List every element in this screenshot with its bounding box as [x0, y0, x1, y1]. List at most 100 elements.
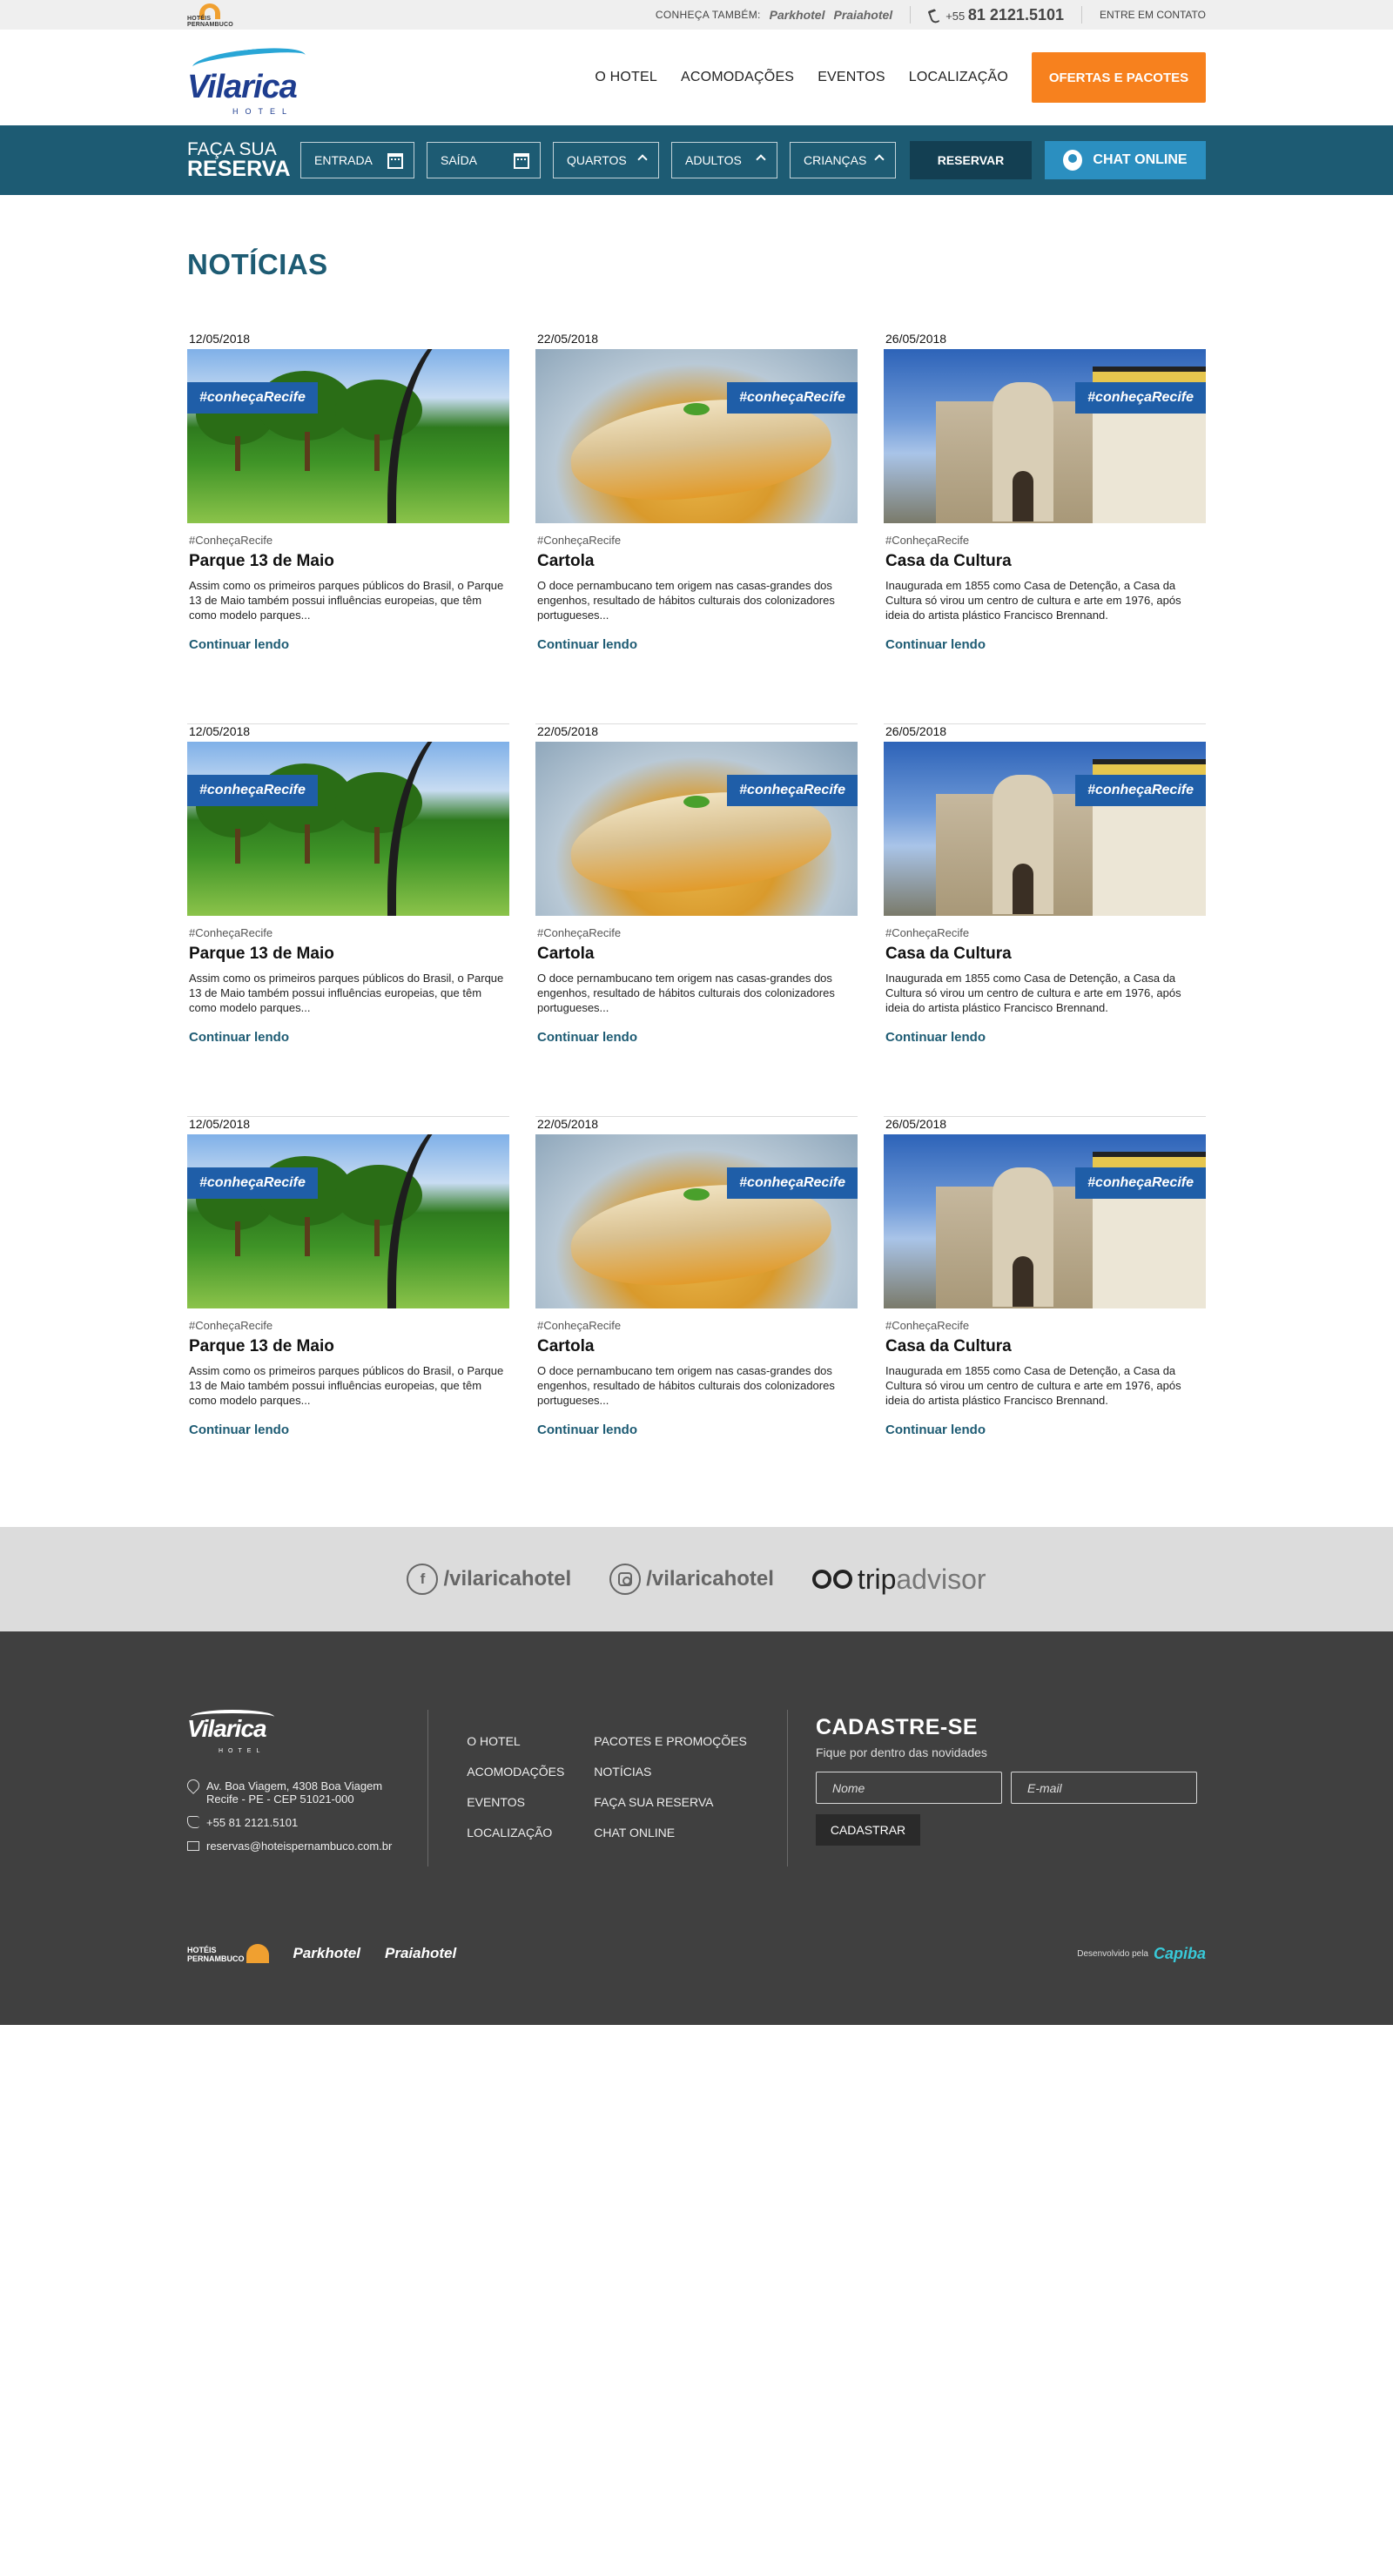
news-card[interactable]: 22/05/2018 #conheçaRecife #ConheçaRecife Ca…	[535, 332, 858, 724]
news-image[interactable]: #conheçaRecife	[187, 349, 509, 523]
contact-link[interactable]: ENTRE EM CONTATO	[1100, 9, 1206, 21]
news-date: 22/05/2018	[537, 332, 599, 346]
nav-o-hotel[interactable]: O HOTEL	[595, 70, 657, 85]
praiahotel-link[interactable]: Praiahotel	[833, 8, 892, 22]
news-title[interactable]: Parque 13 de Maio	[187, 945, 509, 964]
read-more-link[interactable]: Continuar lendo	[187, 637, 509, 652]
news-image[interactable]: #conheçaRecife	[535, 349, 858, 523]
news-tag[interactable]: #ConheçaRecife	[187, 926, 509, 939]
parkhotel-link[interactable]: Parkhotel	[770, 8, 825, 22]
news-card[interactable]: 26/05/2018 #conheçaRecife #ConheçaRecife Ca…	[884, 1117, 1206, 1510]
news-date: 26/05/2018	[885, 1117, 947, 1131]
mail-icon	[187, 1841, 199, 1851]
footer-logo[interactable]: Vilarica HOTEL	[187, 1710, 274, 1762]
read-more-link[interactable]: Continuar lendo	[884, 1423, 1206, 1437]
hoteis-pernambuco-logo[interactable]: HOTÉIS PERNAMBUCO	[187, 2, 233, 28]
instagram-icon	[609, 1564, 642, 1595]
newsletter-email-input[interactable]	[1011, 1772, 1197, 1804]
developer-credit[interactable]: Desenvolvido pela Capiba	[1077, 1945, 1206, 1963]
news-tag[interactable]: #ConheçaRecife	[535, 534, 858, 547]
newsletter-name-input[interactable]	[816, 1772, 1002, 1804]
news-image[interactable]: #conheçaRecife	[884, 349, 1206, 523]
social-strip: f /vilaricahotel /vilaricahotel tripadvi…	[0, 1527, 1393, 1631]
vilarica-logo[interactable]: Vilarica HOTEL	[187, 39, 313, 116]
news-card[interactable]: 26/05/2018 #conheçaRecife #ConheçaRecife Ca…	[884, 332, 1206, 724]
hashtag-banner: #conheçaRecife	[727, 775, 858, 806]
news-tag[interactable]: #ConheçaRecife	[884, 926, 1206, 939]
adults-select[interactable]: ADULTOS	[671, 142, 777, 178]
news-title[interactable]: Casa da Cultura	[884, 1337, 1206, 1356]
read-more-link[interactable]: Continuar lendo	[535, 1423, 858, 1437]
tripadvisor-owl-icon	[811, 1570, 854, 1589]
footer-link-eventos[interactable]: EVENTOS	[467, 1795, 594, 1809]
offers-button[interactable]: OFERTAS E PACOTES	[1032, 52, 1206, 103]
top-phone[interactable]: +55 81 2121.5101	[945, 6, 1064, 24]
read-more-link[interactable]: Continuar lendo	[535, 637, 858, 652]
news-image[interactable]: #conheçaRecife	[187, 1134, 509, 1308]
nav-localizacao[interactable]: LOCALIZAÇÃO	[909, 70, 1008, 85]
footer-link-o-hotel[interactable]: O HOTEL	[467, 1734, 594, 1748]
chat-online-button[interactable]: CHAT ONLINE	[1045, 141, 1206, 179]
news-image[interactable]: #conheçaRecife	[187, 742, 509, 916]
read-more-link[interactable]: Continuar lendo	[884, 637, 1206, 652]
reserve-button[interactable]: RESERVAR	[910, 141, 1032, 179]
news-tag[interactable]: #ConheçaRecife	[535, 1319, 858, 1332]
news-excerpt: Assim como os primeiros parques públicos…	[189, 579, 504, 622]
news-tag[interactable]: #ConheçaRecife	[187, 534, 509, 547]
footer-link-pacotes[interactable]: PACOTES E PROMOÇÕES	[594, 1734, 759, 1748]
see-also-label: CONHEÇA TAMBÉM:	[655, 9, 761, 21]
nav-eventos[interactable]: EVENTOS	[818, 70, 885, 85]
news-tag[interactable]: #ConheçaRecife	[884, 1319, 1206, 1332]
facebook-link[interactable]: f /vilaricahotel	[407, 1564, 571, 1595]
nav-acomodacoes[interactable]: ACOMODAÇÕES	[681, 70, 794, 85]
news-card[interactable]: 12/05/2018 #conheçaRecife #ConheçaRecife Pa…	[187, 724, 509, 1117]
news-tag[interactable]: #ConheçaRecife	[884, 534, 1206, 547]
read-more-link[interactable]: Continuar lendo	[187, 1030, 509, 1045]
footer-link-acomodacoes[interactable]: ACOMODAÇÕES	[467, 1765, 594, 1779]
footer-brand-parkhotel[interactable]: Parkhotel	[293, 1945, 360, 1962]
news-image[interactable]: #conheçaRecife	[535, 742, 858, 916]
news-title[interactable]: Cartola	[535, 945, 858, 964]
news-card[interactable]: 12/05/2018 #conheçaRecife #ConheçaRecife Pa…	[187, 332, 509, 724]
subscribe-button[interactable]: CADASTRAR	[816, 1814, 920, 1846]
hashtag-banner: #conheçaRecife	[1075, 382, 1206, 414]
footer-brand-hoteis-pernambuco[interactable]: HOTÉIS PERNAMBUCO	[187, 1944, 269, 1963]
news-title[interactable]: Casa da Cultura	[884, 552, 1206, 571]
news-card[interactable]: 12/05/2018 #conheçaRecife #ConheçaRecife Pa…	[187, 1117, 509, 1510]
news-grid: 12/05/2018 #conheçaRecife #ConheçaRecife Pa…	[187, 332, 1206, 1510]
news-title[interactable]: Casa da Cultura	[884, 945, 1206, 964]
news-title[interactable]: Cartola	[535, 1337, 858, 1356]
news-card[interactable]: 22/05/2018 #conheçaRecife #ConheçaRecife Ca…	[535, 1117, 858, 1510]
news-image[interactable]: #conheçaRecife	[884, 1134, 1206, 1308]
footer-link-chat[interactable]: CHAT ONLINE	[594, 1826, 759, 1840]
checkout-field[interactable]: SAÍDA	[427, 142, 541, 178]
news-title[interactable]: Parque 13 de Maio	[187, 1337, 509, 1356]
news-title[interactable]: Parque 13 de Maio	[187, 552, 509, 571]
news-date: 26/05/2018	[885, 724, 947, 738]
footer-email[interactable]: reservas@hoteispernambuco.com.br	[187, 1840, 427, 1853]
news-title[interactable]: Cartola	[535, 552, 858, 571]
footer-link-localizacao[interactable]: LOCALIZAÇÃO	[467, 1826, 594, 1840]
news-image[interactable]: #conheçaRecife	[535, 1134, 858, 1308]
news-card[interactable]: 22/05/2018 #conheçaRecife #ConheçaRecife Ca…	[535, 724, 858, 1117]
instagram-link[interactable]: /vilaricahotel	[609, 1564, 774, 1595]
footer-phone[interactable]: +55 81 2121.5101	[187, 1816, 427, 1829]
news-image[interactable]: #conheçaRecife	[884, 742, 1206, 916]
news-tag[interactable]: #ConheçaRecife	[535, 926, 858, 939]
footer-link-noticias[interactable]: NOTÍCIAS	[594, 1765, 759, 1779]
children-select[interactable]: CRIANÇAS	[790, 142, 896, 178]
read-more-link[interactable]: Continuar lendo	[884, 1030, 1206, 1045]
read-more-link[interactable]: Continuar lendo	[535, 1030, 858, 1045]
news-tag[interactable]: #ConheçaRecife	[187, 1319, 509, 1332]
booking-title: FAÇA SUA RESERVA	[187, 139, 291, 181]
footer-link-reserva[interactable]: FAÇA SUA RESERVA	[594, 1795, 759, 1809]
divider	[1080, 6, 1082, 24]
main-nav: O HOTEL ACOMODAÇÕES EVENTOS LOCALIZAÇÃO …	[571, 52, 1206, 103]
checkin-field[interactable]: ENTRADA	[300, 142, 414, 178]
footer-brand-praiahotel[interactable]: Praiahotel	[385, 1945, 456, 1962]
chevron-up-icon	[874, 154, 885, 165]
rooms-select[interactable]: QUARTOS	[553, 142, 659, 178]
tripadvisor-link[interactable]: tripadvisor	[811, 1564, 986, 1596]
read-more-link[interactable]: Continuar lendo	[187, 1423, 509, 1437]
news-card[interactable]: 26/05/2018 #conheçaRecife #ConheçaRecife Ca…	[884, 724, 1206, 1117]
